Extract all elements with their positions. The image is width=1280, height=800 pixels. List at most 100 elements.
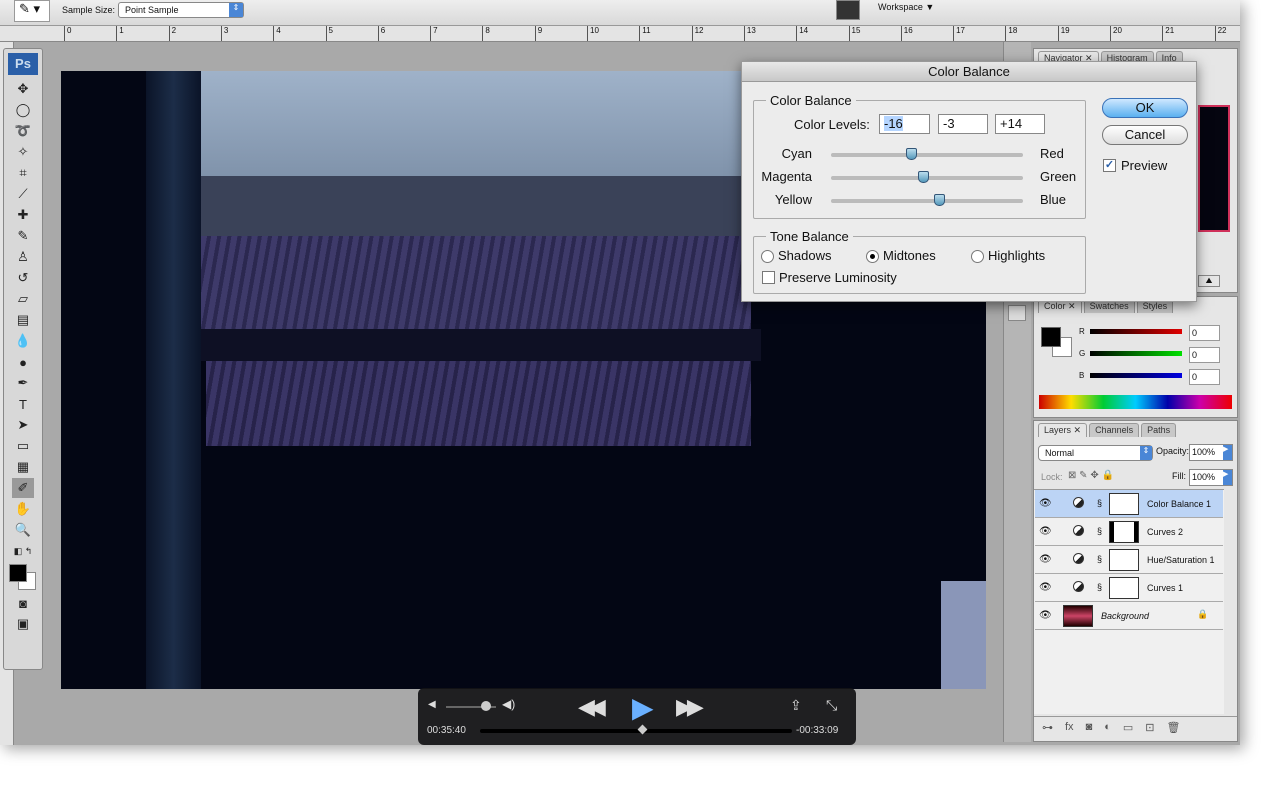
navigator-preview[interactable]	[1198, 105, 1230, 232]
fx-icon[interactable]: fx	[1065, 721, 1074, 736]
volume-low-icon[interactable]: ◀	[428, 699, 436, 710]
screen-mode-icon[interactable]: ▣	[12, 614, 34, 634]
layer-row[interactable]: 👁 § Hue/Saturation 1	[1035, 546, 1223, 574]
zoom-out-mountains-icon[interactable]: ⛰	[1198, 275, 1220, 287]
magic-wand-tool-icon[interactable]: ✧	[12, 142, 34, 162]
channel-slider[interactable]	[1090, 351, 1182, 356]
clone-stamp-icon[interactable]: ♙	[12, 247, 34, 267]
color-slider[interactable]	[831, 148, 1023, 160]
color-slider[interactable]	[831, 171, 1023, 183]
bridge-icon[interactable]	[836, 0, 860, 20]
slice-tool-icon[interactable]: ⟋	[12, 184, 34, 204]
foreground-background-swatch[interactable]	[4, 562, 42, 592]
channel-value-input[interactable]: 0	[1189, 369, 1220, 385]
channel-value-input[interactable]: 0	[1189, 347, 1220, 363]
channel-value-input[interactable]: 0	[1189, 325, 1220, 341]
visibility-eye-icon[interactable]: 👁	[1039, 582, 1052, 593]
tone-radio-shadows[interactable]	[761, 250, 774, 263]
swap-colors-icon[interactable]: ◧ ↰	[12, 541, 34, 561]
dock-history-icon[interactable]	[1008, 305, 1026, 321]
cancel-button[interactable]: Cancel	[1102, 125, 1188, 145]
color-spectrum-bar[interactable]	[1039, 395, 1232, 409]
cyan-red-level-input[interactable]: -16	[879, 114, 930, 134]
slider-thumb[interactable]	[934, 194, 946, 206]
visibility-eye-icon[interactable]: 👁	[1039, 554, 1052, 565]
path-selection-icon[interactable]: ➤	[12, 415, 34, 435]
foreground-color-swatch[interactable]	[1041, 327, 1061, 347]
preview-label: Preview	[1121, 158, 1168, 173]
tab-channels[interactable]: Channels	[1089, 423, 1140, 437]
trash-icon[interactable]: 🗑	[1167, 721, 1181, 736]
history-brush-icon[interactable]: ↺	[12, 268, 34, 288]
ok-button[interactable]: OK	[1102, 98, 1188, 118]
volume-high-icon[interactable]: ◀)	[502, 697, 515, 711]
opacity-label: Opacity:	[1156, 446, 1190, 456]
ruler-tick: 4	[273, 26, 281, 41]
eyedropper-tool-icon[interactable]: ✐	[12, 478, 34, 498]
healing-brush-icon[interactable]: ✚	[12, 205, 34, 225]
add-mask-icon[interactable]: ◙	[1086, 721, 1093, 736]
preview-checkbox[interactable]: ✓	[1103, 159, 1116, 172]
ruler-tick: 18	[1005, 26, 1017, 41]
hand-tool-icon[interactable]: ✋	[12, 499, 34, 519]
channel-slider[interactable]	[1090, 373, 1182, 378]
tab-layers[interactable]: Layers ✕	[1038, 423, 1088, 437]
new-layer-icon[interactable]: ⊡	[1145, 721, 1154, 736]
fullscreen-icon[interactable]: ⤡	[826, 697, 837, 714]
color-slider[interactable]	[831, 194, 1023, 206]
zoom-tool-icon[interactable]: 🔍	[12, 520, 34, 540]
workspace-menu[interactable]: Workspace ▼	[878, 2, 934, 12]
layer-row[interactable]: 👁 § Curves 2	[1035, 518, 1223, 546]
play-icon[interactable]: ▶	[632, 691, 654, 724]
visibility-eye-icon[interactable]: 👁	[1039, 498, 1052, 509]
adjustment-layer-icon[interactable]: ◐	[1104, 721, 1111, 736]
tone-radio-highlights[interactable]	[971, 250, 984, 263]
channel-slider[interactable]	[1090, 329, 1182, 334]
slider-thumb[interactable]	[918, 171, 930, 183]
tone-radio-midtones[interactable]	[866, 250, 879, 263]
brush-tool-icon[interactable]: ✎	[12, 226, 34, 246]
tab-paths[interactable]: Paths	[1141, 423, 1177, 437]
magenta-green-level-input[interactable]: -3	[938, 114, 988, 134]
adjustment-icon	[1073, 553, 1084, 564]
pen-tool-icon[interactable]: ✒	[12, 373, 34, 393]
slider-right-label: Red	[1040, 146, 1064, 161]
eyedropper-tool-preset[interactable]: ✎ ▾	[14, 0, 50, 22]
move-tool-icon[interactable]: ✥	[12, 79, 34, 99]
volume-thumb[interactable]	[481, 701, 491, 711]
eraser-tool-icon[interactable]: ▱	[12, 289, 34, 309]
blend-mode-select[interactable]: Normal ⇕	[1038, 445, 1153, 461]
new-group-icon[interactable]: ▭	[1123, 721, 1133, 736]
channel-label: G	[1079, 349, 1086, 358]
crop-tool-icon[interactable]: ⌗	[12, 163, 34, 183]
rewind-icon[interactable]: ◀◀	[578, 694, 606, 720]
horizontal-ruler: 0 1 2 3 4 5 6 7 8 9 10 11 12 13 14 15 16 17 18 19 20 21 22	[0, 26, 1240, 42]
slider-thumb[interactable]	[905, 148, 917, 160]
visibility-eye-icon[interactable]: 👁	[1039, 610, 1052, 621]
preserve-luminosity-checkbox[interactable]	[762, 271, 775, 284]
layer-row[interactable]: 👁 § Color Balance 1	[1035, 490, 1223, 518]
yellow-blue-level-input[interactable]: +14	[995, 114, 1045, 134]
lasso-tool-icon[interactable]: ➰	[12, 121, 34, 141]
scrubber-track[interactable]	[480, 729, 792, 733]
share-icon[interactable]: ⇪	[790, 697, 802, 714]
lock-icons[interactable]: ⊠ ✎ ✥ 🔒	[1068, 470, 1114, 481]
link-layers-icon[interactable]: ⊶	[1042, 721, 1053, 736]
fast-forward-icon[interactable]: ▶▶	[676, 694, 704, 720]
notes-tool-icon[interactable]: ▦	[12, 457, 34, 477]
type-tool-icon[interactable]: T	[12, 394, 34, 414]
tone-balance-group-label: Tone Balance	[766, 229, 853, 244]
dodge-tool-icon[interactable]: ●	[12, 352, 34, 372]
visibility-eye-icon[interactable]: 👁	[1039, 526, 1052, 537]
layer-row[interactable]: 👁 § Curves 1	[1035, 574, 1223, 602]
shape-tool-icon[interactable]: ▭	[12, 436, 34, 456]
quick-mask-icon[interactable]: ◙	[12, 593, 34, 613]
layer-name: Curves 2	[1147, 527, 1184, 537]
marquee-tool-icon[interactable]: ◯	[12, 100, 34, 120]
blur-tool-icon[interactable]: 💧	[12, 331, 34, 351]
fill-input[interactable]: 100% ▶	[1189, 469, 1233, 486]
opacity-input[interactable]: 100% ▶	[1189, 444, 1233, 461]
gradient-tool-icon[interactable]: ▤	[12, 310, 34, 330]
sample-size-select[interactable]: Point Sample ⇕	[118, 2, 244, 18]
layer-row[interactable]: 👁 Background 🔒	[1035, 602, 1223, 630]
